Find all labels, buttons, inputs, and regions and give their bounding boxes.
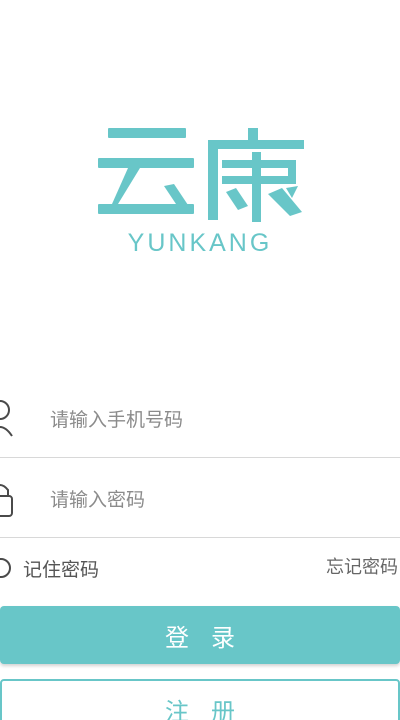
register-button[interactable]: 注册: [0, 679, 400, 720]
lock-icon: [0, 478, 18, 518]
login-button[interactable]: 登录: [0, 606, 400, 664]
logo-mark: [98, 128, 304, 222]
remember-label: 记住密码: [23, 558, 100, 581]
phone-input[interactable]: [50, 400, 370, 440]
logo-subtitle: YUNKANG: [127, 229, 273, 257]
password-field[interactable]: [0, 460, 400, 538]
password-input[interactable]: [50, 480, 370, 520]
remember-radio[interactable]: [0, 558, 11, 578]
forgot-password-link[interactable]: 忘记密码: [326, 553, 398, 579]
user-icon: [0, 398, 18, 438]
remember-password-toggle[interactable]: 记住密码: [0, 554, 99, 582]
brand-logo: [98, 128, 304, 222]
login-screen: YUNKANG 记住密码 忘记密码 登录 注册: [0, 0, 400, 720]
phone-field[interactable]: [0, 380, 400, 458]
